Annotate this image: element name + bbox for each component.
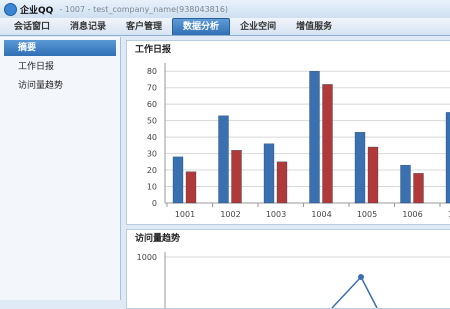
bar: [400, 164, 411, 204]
y-tick-label: 0: [152, 199, 157, 208]
traffic-trend-line-chart: 1000: [137, 252, 450, 308]
x-tick-label: 1002: [220, 210, 240, 219]
bar: [413, 173, 424, 204]
y-tick-label: 70: [147, 84, 157, 93]
work-report-title: 工作日报: [135, 45, 172, 55]
window-subtitle: - 1007 - test_company_name(938043816): [59, 4, 229, 14]
sidebar-item-work-report[interactable]: 工作日报: [4, 59, 116, 75]
tab-chat-window[interactable]: 会话窗口: [4, 19, 60, 35]
work-report-panel: 工作日报 0 10 20 30 40 50 60 70 80 1001 1002 1003 1004 10…: [126, 40, 450, 225]
x-tick-label: 1006: [402, 210, 422, 219]
y-tick-label: 40: [147, 133, 157, 142]
sidebar: 摘要 工作日报 访问量趋势: [0, 37, 121, 300]
trend-point: [358, 274, 364, 280]
x-tick-label: 1004: [311, 210, 331, 219]
bar: [445, 112, 450, 204]
y-tick-label: 80: [147, 67, 157, 76]
traffic-trend-title: 访问量趋势: [135, 234, 181, 244]
tab-enterprise-space[interactable]: 企业空间: [230, 19, 286, 35]
bar: [367, 146, 379, 204]
x-tick-label: 1003: [266, 210, 286, 219]
app-name: 企业QQ: [20, 5, 54, 16]
bar: [172, 156, 184, 204]
bar: [185, 171, 197, 204]
title-bar: 企业QQ - 1007 - test_company_name(93804381…: [0, 0, 450, 18]
trend-line: [331, 275, 378, 308]
bar: [276, 161, 288, 204]
main-content: 工作日报 0 10 20 30 40 50 60 70 80 1001 1002 1003 1004 10…: [126, 37, 450, 309]
bar: [354, 132, 366, 204]
bar: [263, 143, 275, 204]
traffic-trend-panel: 访问量趋势 1000: [126, 229, 450, 309]
x-tick-label: 1005: [357, 210, 377, 219]
tab-message-history[interactable]: 消息记录: [60, 19, 116, 35]
y-tick-label: 10: [147, 183, 157, 192]
bar: [218, 115, 229, 204]
tab-value-added-services[interactable]: 增值服务: [286, 19, 342, 35]
sidebar-item-summary[interactable]: 摘要: [4, 40, 116, 56]
work-report-bar-chart: 0 10 20 30 40 50 60 70 80 1001 1002 1003 1004 1005 100…: [147, 63, 450, 219]
tab-data-analysis[interactable]: 数据分析: [172, 18, 231, 35]
bar: [309, 71, 320, 204]
sidebar-item-traffic-trend[interactable]: 访问量趋势: [4, 78, 116, 94]
bar: [322, 84, 333, 204]
y-tick-label: 60: [147, 100, 157, 109]
bar: [231, 150, 242, 204]
y-tick-label: 50: [147, 117, 157, 126]
main-nav: 会话窗口 消息记录 客户管理 数据分析 企业空间 增值服务: [0, 18, 450, 36]
x-tick-label: 1001: [175, 210, 195, 219]
y-tick-label: 20: [147, 166, 157, 175]
qq-logo-icon: [4, 2, 17, 16]
y-tick-label: 30: [147, 150, 157, 159]
y-tick-label: 1000: [137, 253, 157, 262]
tab-customer-management[interactable]: 客户管理: [116, 19, 172, 35]
